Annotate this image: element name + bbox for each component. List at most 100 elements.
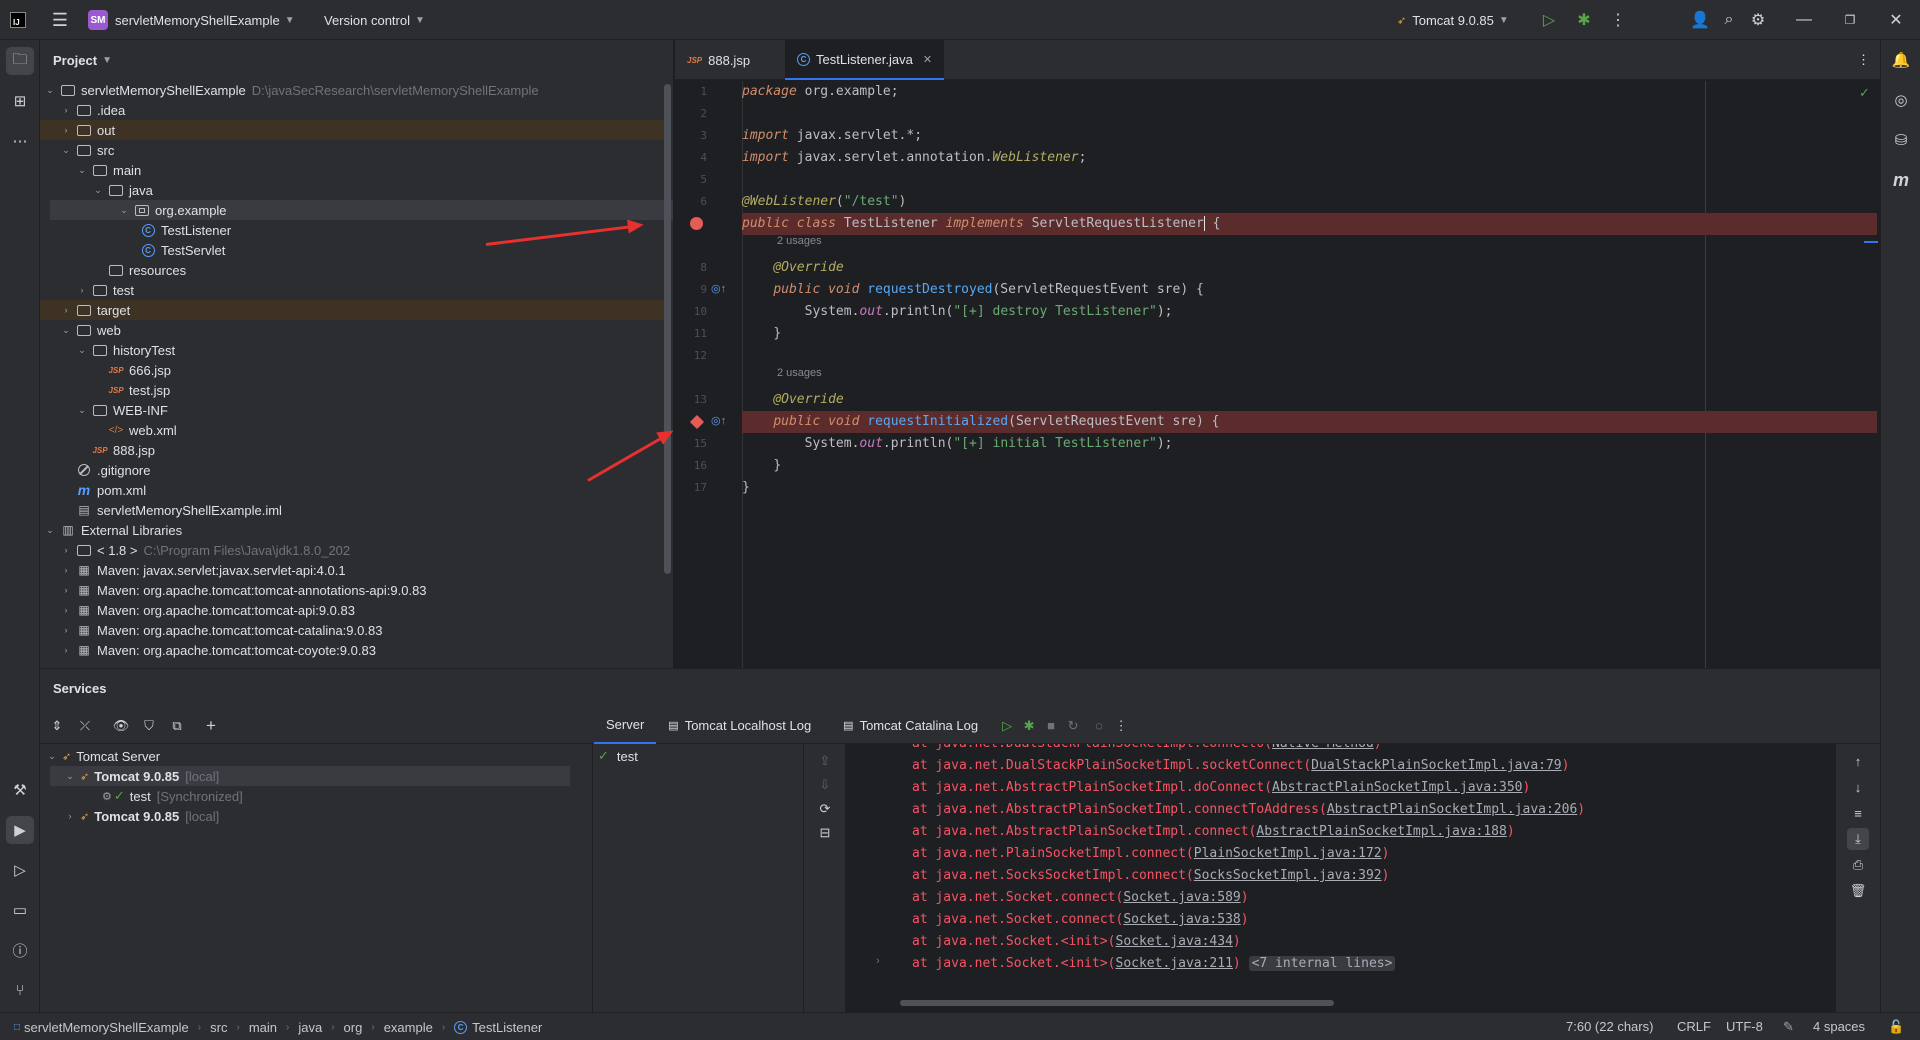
debug-button[interactable]: ✱ bbox=[1572, 0, 1596, 40]
tree-item[interactable]: › ▦ Maven: org.apache.tomcat:tomcat-coyote… bbox=[40, 640, 670, 660]
source-link[interactable]: AbstractPlainSocketImpl.java:188 bbox=[1256, 824, 1506, 839]
tab-localhost-log[interactable]: ▤ Tomcat Localhost Log bbox=[656, 708, 823, 744]
rerun-icon[interactable]: ↻ bbox=[1062, 715, 1084, 737]
tree-item[interactable]: JSP test.jsp bbox=[40, 380, 670, 400]
search-everywhere-button[interactable]: ⌕ bbox=[1717, 0, 1741, 40]
method-breakpoint-icon[interactable] bbox=[689, 414, 705, 430]
chevron-right-icon[interactable]: › bbox=[60, 105, 72, 115]
minimize-button[interactable]: — bbox=[1792, 0, 1816, 40]
chevron-right-icon[interactable]: › bbox=[60, 125, 72, 135]
tree-item[interactable]: ⌄ src bbox=[40, 140, 670, 160]
restore-button[interactable]: ❐ bbox=[1838, 0, 1862, 40]
service-node[interactable]: ⌄ ➶ Tomcat 9.0.85 [local] bbox=[50, 766, 570, 786]
tree-item[interactable]: ⌄ org.example bbox=[50, 200, 673, 220]
source-link[interactable]: Socket.java:434 bbox=[1116, 934, 1233, 949]
chevron-right-icon[interactable]: › bbox=[60, 305, 72, 315]
chevron-right-icon[interactable]: › bbox=[60, 545, 72, 555]
settings-button[interactable]: ⚙ bbox=[1746, 0, 1770, 40]
tree-item[interactable]: › ▦ Maven: org.apache.tomcat:tomcat-api:9.… bbox=[40, 600, 670, 620]
breadcrumb-item[interactable]: C TestListener bbox=[454, 1020, 542, 1035]
deployment-item[interactable]: ✓ test bbox=[598, 746, 638, 766]
tree-item[interactable]: C TestServlet bbox=[40, 240, 670, 260]
lock-icon[interactable]: 🔓 bbox=[1888, 1019, 1904, 1035]
service-node[interactable]: ⌄ ➶ Tomcat Server bbox=[46, 746, 160, 766]
source-link[interactable]: AbstractPlainSocketImpl.java:206 bbox=[1327, 802, 1577, 817]
tree-item[interactable]: ⌄ main bbox=[40, 160, 670, 180]
tree-item[interactable]: ⌄ web bbox=[40, 320, 670, 340]
ai-assistant-button[interactable]: ◎ bbox=[1887, 86, 1915, 114]
implements-method-icon[interactable]: ◎↑ bbox=[711, 282, 726, 295]
stop-icon[interactable]: ■ bbox=[1040, 715, 1062, 737]
indent-setting[interactable]: 4 spaces bbox=[1813, 1019, 1865, 1034]
services-tool-button[interactable]: ▶ bbox=[6, 816, 34, 844]
deploy-icon[interactable]: ◌ bbox=[1088, 715, 1110, 737]
breadcrumb-item[interactable]: java bbox=[298, 1020, 322, 1035]
project-panel-header[interactable]: Project ▼ bbox=[40, 40, 673, 80]
tree-item[interactable]: › .idea bbox=[40, 100, 670, 120]
source-link[interactable]: Socket.java:589 bbox=[1123, 890, 1240, 905]
chevron-down-icon[interactable]: ⌄ bbox=[44, 525, 56, 536]
tree-item[interactable]: ⌄ java bbox=[40, 180, 670, 200]
tree-item[interactable]: › ▦ Maven: javax.servlet:javax.servlet-api… bbox=[40, 560, 670, 580]
editor-more-button[interactable]: ⋮ bbox=[1845, 40, 1882, 80]
source-link[interactable]: AbstractPlainSocketImpl.java:350 bbox=[1272, 780, 1522, 795]
deploy-up-icon[interactable]: ⇪ bbox=[814, 750, 836, 772]
implements-method-icon[interactable]: ◎↑ bbox=[711, 414, 726, 427]
database-button[interactable]: ⛁ bbox=[1887, 126, 1915, 154]
source-link[interactable]: DualStackPlainSocketImpl.java:79 bbox=[1311, 758, 1561, 773]
breadcrumb-item[interactable]: src bbox=[210, 1020, 227, 1035]
close-tab-icon[interactable]: ✕ bbox=[923, 53, 932, 66]
source-link[interactable]: PlainSocketImpl.java:172 bbox=[1194, 846, 1382, 861]
chevron-down-icon[interactable]: ⌄ bbox=[76, 405, 88, 416]
file-encoding[interactable]: UTF-8 bbox=[1726, 1019, 1763, 1034]
internal-lines-fold[interactable]: <7 internal lines> bbox=[1248, 956, 1396, 971]
chevron-right-icon[interactable]: › bbox=[60, 625, 72, 635]
usages-inlay[interactable]: 2 usages bbox=[777, 367, 822, 379]
tree-item[interactable]: .gitignore bbox=[40, 460, 670, 480]
more-vertical-icon[interactable]: ⋮ bbox=[1110, 715, 1132, 737]
tree-item[interactable]: ⌄ servletMemoryShellExample D:\javaSecRese… bbox=[40, 80, 670, 100]
intellij-logo-icon[interactable]: IJ bbox=[10, 0, 26, 40]
chevron-down-icon[interactable]: ⌄ bbox=[44, 85, 56, 96]
tab-testlistener-java[interactable]: C TestListener.java ✕ bbox=[785, 40, 945, 80]
breadcrumb-item[interactable]: □ servletMemoryShellExample bbox=[14, 1020, 189, 1035]
line-separator[interactable]: CRLF bbox=[1677, 1019, 1711, 1034]
tree-item[interactable]: </> web.xml bbox=[40, 420, 670, 440]
chevron-right-icon[interactable]: › bbox=[76, 285, 88, 295]
fold-chevron-icon[interactable]: › bbox=[876, 955, 880, 967]
structure-tool-button[interactable]: ⊞ bbox=[6, 87, 34, 115]
tree-item[interactable]: ▤ servletMemoryShellExample.iml bbox=[40, 500, 670, 520]
scroll-to-end-icon[interactable]: ⤓ bbox=[1847, 828, 1869, 850]
tab-888-jsp[interactable]: JSP 888.jsp bbox=[675, 40, 762, 80]
build-tool-button[interactable]: ⚒ bbox=[6, 776, 34, 804]
tree-item[interactable]: C TestListener bbox=[40, 220, 670, 240]
arrow-up-icon[interactable]: ↑ bbox=[1847, 750, 1869, 772]
notifications-button[interactable]: 🔔 bbox=[1887, 46, 1915, 74]
tree-item[interactable]: ⌄ ▥ External Libraries bbox=[40, 520, 670, 540]
tree-item[interactable]: JSP 888.jsp bbox=[40, 440, 670, 460]
git-tool-button[interactable]: ⑂ bbox=[6, 976, 34, 1004]
tree-item[interactable]: › ▦ Maven: org.apache.tomcat:tomcat-catali… bbox=[40, 620, 670, 640]
terminal-tool-button[interactable]: ▭ bbox=[6, 896, 34, 924]
service-node[interactable]: ⚙ ✓ test [Synchronized] bbox=[102, 786, 243, 806]
readonly-toggle-icon[interactable]: ✎ bbox=[1783, 1019, 1794, 1035]
main-menu-icon[interactable]: ☰ bbox=[48, 0, 72, 40]
expand-all-icon[interactable]: ⇕ bbox=[46, 715, 68, 737]
eye-icon[interactable]: 👁 bbox=[110, 715, 132, 737]
breadcrumb-item[interactable]: main bbox=[249, 1020, 277, 1035]
soft-wrap-icon[interactable]: ≡ bbox=[1847, 802, 1869, 824]
arrow-down-icon[interactable]: ↓ bbox=[1847, 776, 1869, 798]
tab-server[interactable]: Server bbox=[594, 708, 657, 744]
tree-item[interactable]: resources bbox=[40, 260, 670, 280]
open-new-tab-icon[interactable]: ⧉ bbox=[166, 715, 188, 737]
tree-item[interactable]: › test bbox=[40, 280, 670, 300]
chevron-down-icon[interactable]: ⌄ bbox=[92, 185, 104, 196]
chevron-down-icon[interactable]: ⌄ bbox=[60, 325, 72, 336]
project-switcher[interactable]: SM servletMemoryShellExample ▼ bbox=[88, 0, 295, 40]
maven-button[interactable]: m bbox=[1887, 166, 1915, 194]
project-tool-button[interactable]: 🗀 bbox=[6, 47, 34, 75]
more-actions-button[interactable]: ⋮ bbox=[1606, 0, 1630, 40]
refresh-icon[interactable]: ⟳ bbox=[814, 798, 836, 820]
tree-item[interactable]: › target bbox=[40, 300, 670, 320]
source-link[interactable]: Socket.java:211 bbox=[1116, 956, 1233, 971]
